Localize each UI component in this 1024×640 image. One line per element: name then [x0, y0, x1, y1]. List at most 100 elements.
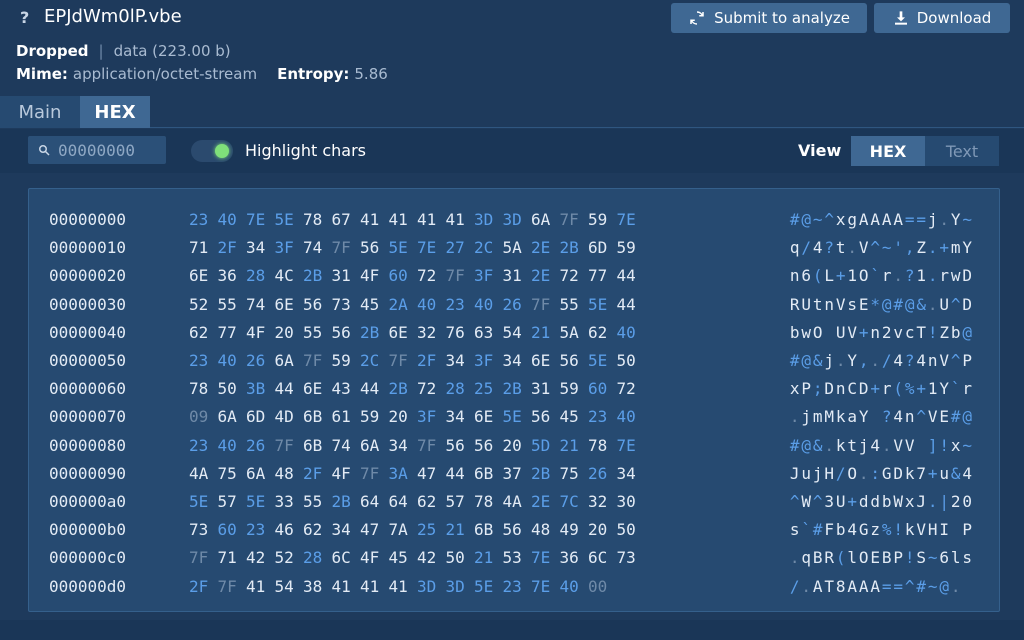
hex-byte[interactable]: 34: [446, 351, 470, 370]
hex-byte[interactable]: 21: [446, 520, 470, 539]
hex-byte[interactable]: 75: [560, 464, 584, 483]
hex-byte[interactable]: 71: [189, 238, 213, 257]
hex-byte[interactable]: 6E: [189, 266, 213, 285]
hex-byte[interactable]: 2B: [360, 323, 384, 342]
hex-byte[interactable]: 09: [189, 407, 213, 426]
hex-byte[interactable]: 56: [332, 323, 356, 342]
hex-byte[interactable]: 4D: [275, 407, 299, 426]
hex-byte[interactable]: 41: [389, 210, 413, 229]
hex-byte[interactable]: 7F: [332, 238, 356, 257]
hex-byte[interactable]: 4F: [332, 464, 356, 483]
hex-byte[interactable]: 54: [275, 577, 299, 596]
hex-byte[interactable]: 62: [588, 323, 612, 342]
hex-byte[interactable]: 59: [617, 238, 641, 257]
hex-byte[interactable]: 44: [617, 295, 641, 314]
hex-byte[interactable]: 26: [503, 295, 527, 314]
hex-byte[interactable]: 23: [189, 210, 213, 229]
hex-byte[interactable]: 6A: [246, 464, 270, 483]
hex-byte[interactable]: 6B: [303, 436, 327, 455]
hex-byte[interactable]: 7F: [560, 210, 584, 229]
hex-byte[interactable]: 40: [218, 436, 242, 455]
hex-byte[interactable]: 23: [246, 520, 270, 539]
hex-byte[interactable]: 40: [617, 407, 641, 426]
hex-byte[interactable]: 72: [617, 379, 641, 398]
hex-byte[interactable]: 67: [332, 210, 356, 229]
hex-byte[interactable]: 6B: [474, 520, 498, 539]
view-hex-button[interactable]: HEX: [851, 136, 925, 166]
hex-byte[interactable]: 40: [218, 351, 242, 370]
hex-byte[interactable]: 31: [332, 266, 356, 285]
hex-byte[interactable]: 59: [560, 379, 584, 398]
hex-byte[interactable]: 34: [446, 407, 470, 426]
hex-byte[interactable]: 57: [218, 492, 242, 511]
hex-byte[interactable]: 46: [275, 520, 299, 539]
hex-byte[interactable]: 50: [617, 520, 641, 539]
hex-byte[interactable]: 5E: [503, 407, 527, 426]
hex-byte[interactable]: 61: [332, 407, 356, 426]
hex-byte[interactable]: 5E: [588, 295, 612, 314]
hex-byte[interactable]: 50: [446, 548, 470, 567]
hex-byte[interactable]: 6E: [474, 407, 498, 426]
hex-byte[interactable]: 32: [417, 323, 441, 342]
hex-byte[interactable]: 47: [360, 520, 384, 539]
hex-byte[interactable]: 6D: [588, 238, 612, 257]
hex-byte[interactable]: 2E: [531, 238, 555, 257]
hex-byte[interactable]: 5D: [531, 436, 555, 455]
hex-byte[interactable]: 6D: [246, 407, 270, 426]
hex-byte[interactable]: 20: [389, 407, 413, 426]
hex-byte[interactable]: 3D: [503, 210, 527, 229]
hex-byte[interactable]: 7E: [417, 238, 441, 257]
hex-byte[interactable]: 60: [218, 520, 242, 539]
hex-byte[interactable]: 36: [560, 548, 584, 567]
hex-byte[interactable]: 2B: [560, 238, 584, 257]
hex-byte[interactable]: 5E: [588, 351, 612, 370]
hex-byte[interactable]: 5E: [189, 492, 213, 511]
hex-byte[interactable]: 33: [275, 492, 299, 511]
hex-byte[interactable]: 2E: [531, 492, 555, 511]
hex-byte[interactable]: 56: [446, 436, 470, 455]
hex-byte[interactable]: 6E: [275, 295, 299, 314]
hex-byte[interactable]: 32: [588, 492, 612, 511]
hex-byte[interactable]: 3F: [474, 266, 498, 285]
hex-byte[interactable]: 7F: [360, 464, 384, 483]
hex-byte[interactable]: 7F: [531, 295, 555, 314]
hex-byte[interactable]: 2F: [417, 351, 441, 370]
hex-byte[interactable]: 59: [588, 210, 612, 229]
hex-byte[interactable]: 6A: [360, 436, 384, 455]
hex-byte[interactable]: 7F: [275, 436, 299, 455]
hex-byte[interactable]: 3A: [389, 464, 413, 483]
hex-byte[interactable]: 6B: [303, 407, 327, 426]
hex-byte[interactable]: 45: [389, 548, 413, 567]
hex-byte[interactable]: 25: [474, 379, 498, 398]
hex-byte[interactable]: 2C: [474, 238, 498, 257]
hex-byte[interactable]: 5A: [503, 238, 527, 257]
highlight-chars-toggle[interactable]: [191, 140, 233, 162]
hex-byte[interactable]: 3F: [417, 407, 441, 426]
hex-byte[interactable]: 2B: [332, 492, 356, 511]
hex-byte[interactable]: 31: [531, 379, 555, 398]
hex-byte[interactable]: 59: [360, 407, 384, 426]
hex-byte[interactable]: 7F: [303, 351, 327, 370]
hex-byte[interactable]: 59: [332, 351, 356, 370]
hex-byte[interactable]: 72: [560, 266, 584, 285]
hex-byte[interactable]: 2F: [189, 577, 213, 596]
hex-byte[interactable]: 21: [531, 323, 555, 342]
hex-byte[interactable]: 41: [360, 210, 384, 229]
hex-byte[interactable]: 74: [303, 238, 327, 257]
hex-byte[interactable]: 2B: [389, 379, 413, 398]
hex-byte[interactable]: 20: [275, 323, 299, 342]
hex-byte[interactable]: 40: [560, 577, 584, 596]
download-button[interactable]: Download: [874, 3, 1010, 33]
hex-byte[interactable]: 6E: [303, 379, 327, 398]
hex-byte[interactable]: 4C: [275, 266, 299, 285]
hex-byte[interactable]: 72: [417, 266, 441, 285]
hex-byte[interactable]: 21: [560, 436, 584, 455]
hex-byte[interactable]: 44: [617, 266, 641, 285]
hex-byte[interactable]: 23: [189, 436, 213, 455]
hex-byte[interactable]: 42: [417, 548, 441, 567]
hex-byte[interactable]: 45: [360, 295, 384, 314]
hex-byte[interactable]: 4A: [189, 464, 213, 483]
help-icon[interactable]: ?: [20, 8, 29, 27]
tab-main[interactable]: Main: [0, 96, 80, 128]
hex-byte[interactable]: 6A: [275, 351, 299, 370]
